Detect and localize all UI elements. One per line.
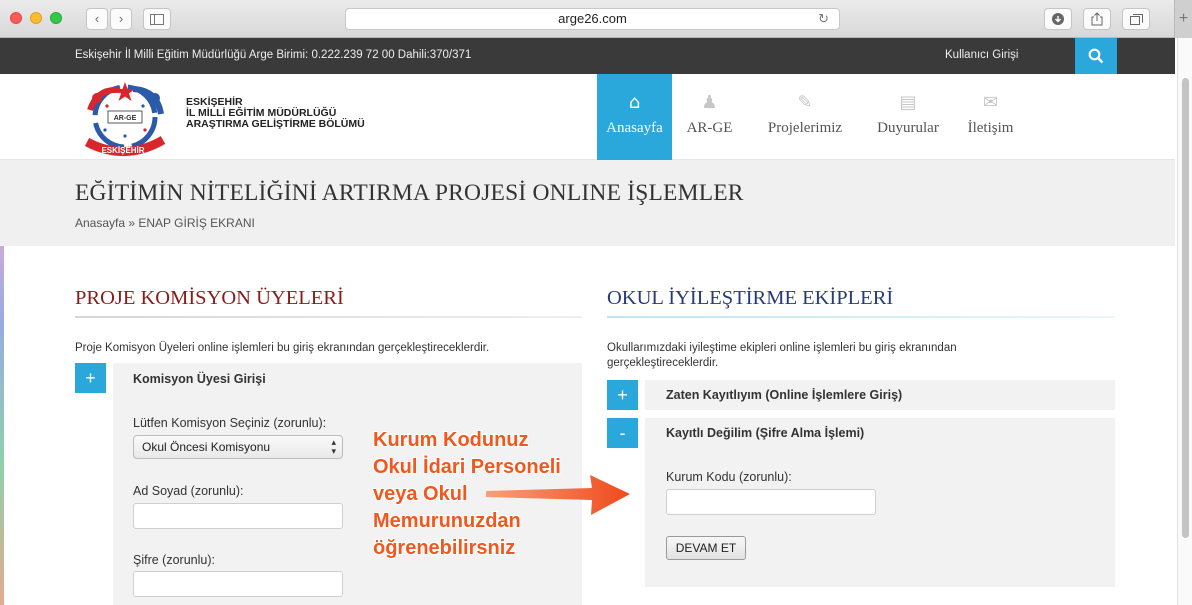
right-description: Okullarımızdaki iyileştime ekipleri onli… xyxy=(607,341,957,371)
institution-code-input[interactable] xyxy=(666,489,876,515)
address-bar[interactable]: arge26.com ↻ xyxy=(345,8,840,30)
nav-ar-ge[interactable]: ♟ AR-GE xyxy=(672,74,747,160)
new-tab-button[interactable]: + xyxy=(1174,0,1192,38)
annotation-line-1: Kurum Kodunuz xyxy=(373,429,529,451)
share-icon[interactable] xyxy=(1083,8,1111,30)
name-label: Ad Soyad (zorunlu): xyxy=(133,484,244,498)
back-icon[interactable]: ‹ xyxy=(86,8,108,30)
org-line-3: ARAŞTIRMA GELİŞTİRME BÖLÜMÜ xyxy=(186,118,365,130)
logo-text: AR-GE xyxy=(114,115,137,122)
commission-panel-toggle[interactable]: + xyxy=(75,363,106,393)
commission-select-value: Okul Öncesi Komisyonu xyxy=(142,440,271,454)
main-nav: ⌂ Anasayfa ♟ AR-GE ✎ Projelerimiz ▤ Duyu… xyxy=(597,74,1028,160)
logo[interactable]: AR-GE ESKİŞEHİR xyxy=(75,80,175,158)
right-column-heading: OKUL İYİLEŞTİRME EKİPLERİ xyxy=(607,287,894,309)
zoom-window-button[interactable] xyxy=(50,12,62,24)
downloads-icon[interactable] xyxy=(1044,8,1072,30)
right-description-line-2: gerçekleştireceklerdir. xyxy=(607,357,719,369)
left-description: Proje Komisyon Üyeleri online işlemleri … xyxy=(75,342,490,354)
institution-code-label: Kurum Kodu (zorunlu): xyxy=(666,470,792,484)
document-icon: ▤ xyxy=(899,92,917,113)
commission-panel-title[interactable]: Komisyon Üyesi Girişi xyxy=(133,372,266,386)
nav-label: İletişim xyxy=(967,120,1014,136)
contact-info: Eskişehir İl Milli Eğitim Müdürlüğü Arge… xyxy=(75,49,472,61)
left-column-heading: PROJE KOMİSYON ÜYELERİ xyxy=(75,287,344,309)
breadcrumb: Anasayfa » ENAP GİRİŞ EKRANI xyxy=(75,216,255,230)
registered-panel-title[interactable]: Zaten Kayıtlıyım (Online İşlemlere Giriş… xyxy=(666,388,902,402)
site-header: AR-GE ESKİŞEHİR ESKİŞEHİR İL MİLLİ EĞİTİ… xyxy=(0,74,1175,160)
envelope-icon: ✉ xyxy=(982,92,999,113)
nav-label: Anasayfa xyxy=(606,120,663,136)
sidebar-toggle-icon[interactable] xyxy=(143,8,171,30)
commission-select[interactable]: Okul Öncesi Komisyonu ▴ ▾ xyxy=(133,435,343,459)
url-text: arge26.com xyxy=(558,11,627,26)
nav-label: AR-GE xyxy=(686,120,733,136)
page-title: EĞİTİMİN NİTELİĞİNİ ARTIRMA PROJESİ ONLI… xyxy=(75,180,744,206)
password-label: Şifre (zorunlu): xyxy=(133,553,215,567)
continue-button[interactable]: DEVAM ET xyxy=(666,536,746,560)
home-icon: ⌂ xyxy=(628,92,641,113)
registered-panel-toggle[interactable]: + xyxy=(607,380,638,410)
password-input[interactable] xyxy=(133,571,343,597)
nav-anasayfa[interactable]: ⌂ Anasayfa xyxy=(597,74,672,160)
nav-duyurular[interactable]: ▤ Duyurular xyxy=(863,74,953,160)
annotation-line-5: öğrenebilirsniz xyxy=(373,537,516,559)
search-icon[interactable] xyxy=(1075,38,1117,74)
top-info-bar: Eskişehir İl Milli Eğitim Müdürlüğü Arge… xyxy=(0,38,1175,74)
nav-label: Projelerimiz xyxy=(767,120,843,136)
logo-city-text: ESKİŞEHİR xyxy=(101,146,144,155)
forward-icon[interactable]: › xyxy=(110,8,132,30)
left-heading-divider xyxy=(75,316,582,318)
close-window-button[interactable] xyxy=(10,12,22,24)
login-link[interactable]: Kullanıcı Girişi xyxy=(945,49,1019,61)
name-input[interactable] xyxy=(133,503,343,529)
reload-icon[interactable]: ↻ xyxy=(818,9,829,29)
minimize-window-button[interactable] xyxy=(30,12,42,24)
right-heading-divider xyxy=(607,316,1115,318)
page-scrollbar[interactable] xyxy=(1177,38,1192,605)
tabs-overview-icon[interactable] xyxy=(1122,8,1150,30)
users-icon: ♟ xyxy=(701,92,718,113)
commission-select-label: Lütfen Komisyon Seçiniz (zorunlu): xyxy=(133,416,327,430)
annotation-arrow-icon xyxy=(486,475,630,515)
pencil-icon: ✎ xyxy=(797,92,813,113)
not-registered-panel-toggle[interactable]: - xyxy=(607,418,638,448)
page-title-band: EĞİTİMİN NİTELİĞİNİ ARTIRMA PROJESİ ONLI… xyxy=(0,160,1175,246)
select-arrows-icon: ▴ ▾ xyxy=(331,437,336,456)
nav-label: Duyurular xyxy=(877,120,939,136)
scrollbar-thumb[interactable] xyxy=(1182,78,1189,538)
right-description-line-1: Okullarımızdaki iyileştime ekipleri onli… xyxy=(607,342,957,354)
not-registered-panel-title[interactable]: Kayıtlı Değilim (Şifre Alma İşlemi) xyxy=(666,426,864,440)
browser-toolbar: ‹ › arge26.com ↻ + xyxy=(0,0,1192,38)
nav-iletisim[interactable]: ✉ İletişim xyxy=(953,74,1028,160)
organization-name: ESKİŞEHİR İL MİLLİ EĞİTİM MÜDÜRLÜĞÜ ARAŞ… xyxy=(186,97,365,130)
nav-projelerimiz[interactable]: ✎ Projelerimiz xyxy=(747,74,863,160)
